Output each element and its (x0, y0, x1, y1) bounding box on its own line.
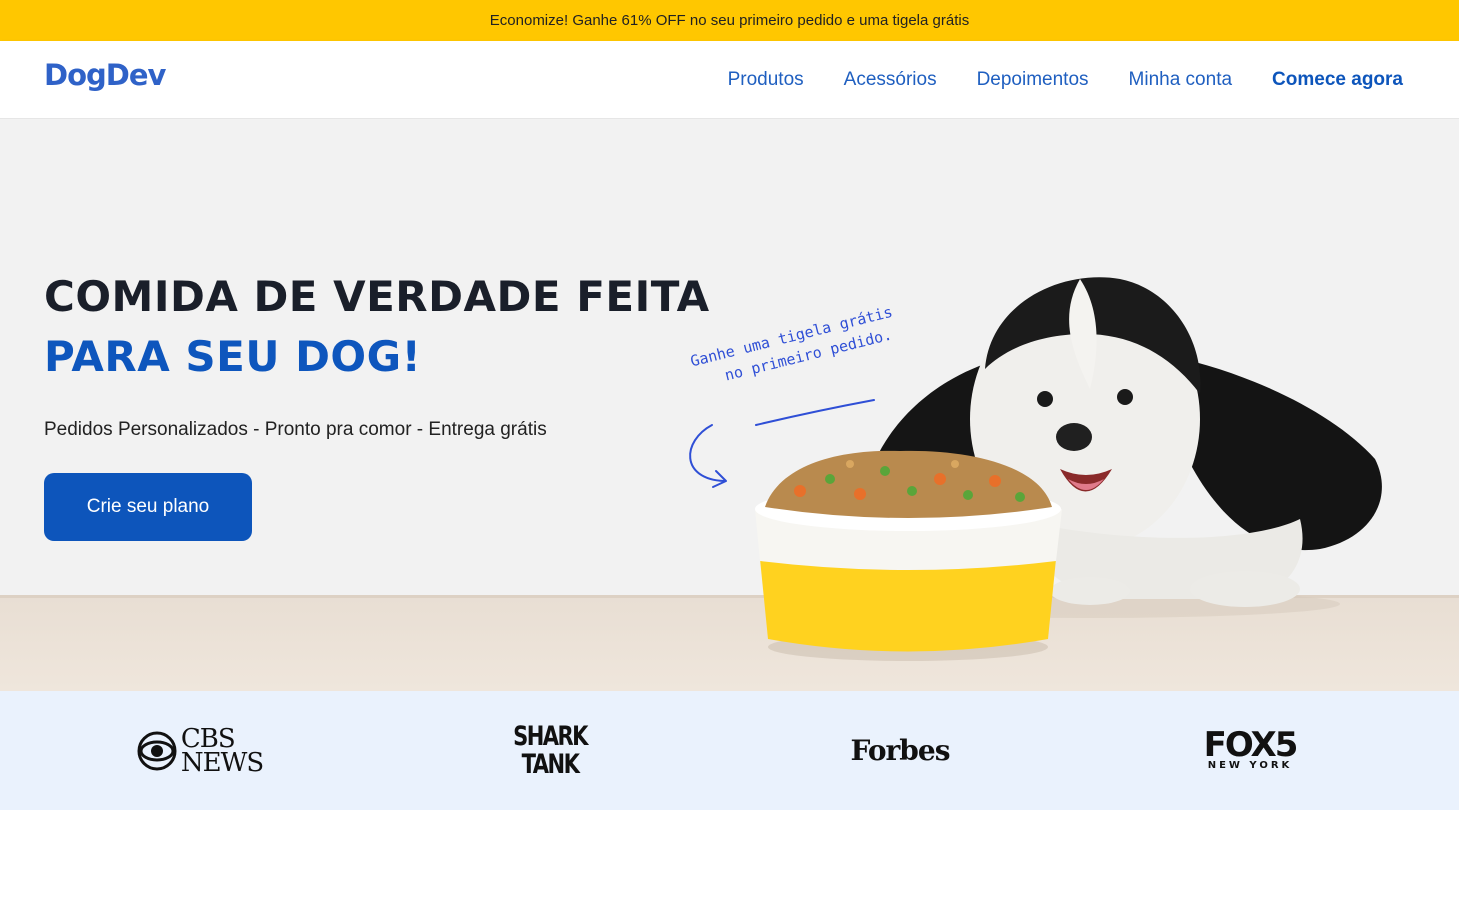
note-underline (755, 399, 875, 426)
food-bowl-illustration (755, 450, 1062, 661)
dog-bowl-illustration (689, 277, 1382, 661)
cbs-line-1: CBS (180, 723, 236, 754)
hero-section: COMIDA DE VERDADE FEITA PARA SEU DOG! Pe… (0, 119, 1459, 691)
cbs-eye-icon (137, 731, 177, 770)
nav-produtos[interactable]: Produtos (728, 69, 804, 91)
shark-tank-logo: SHARK TANK (488, 691, 613, 810)
promo-text: Economize! Ganhe 61% OFF no seu primeiro… (489, 12, 970, 29)
press-logos-strip: CBS NEWS SHARK TANK Forbes FOX5 NEW YORK (0, 691, 1459, 810)
nav-acessorios[interactable]: Acessórios (844, 69, 937, 91)
dogdev-logo[interactable]: DogDev (44, 58, 166, 92)
nav-minha-conta[interactable]: Minha conta (1129, 69, 1233, 91)
forbes-logo: Forbes (850, 734, 951, 767)
site-header: DogDev Produtos Acessórios Depoimentos M… (0, 41, 1459, 119)
promo-banner: Economize! Ganhe 61% OFF no seu primeiro… (0, 0, 1459, 41)
main-nav: Produtos Acessórios Depoimentos Minha co… (728, 41, 1403, 119)
fox5-subtitle: NEW YORK (1207, 760, 1293, 771)
nav-depoimentos[interactable]: Depoimentos (977, 69, 1089, 91)
shark-line-1: SHARK (513, 720, 588, 752)
fox5-wordmark: FOX5 (1203, 725, 1299, 765)
fox5-ny-logo: FOX5 NEW YORK (1170, 691, 1330, 810)
shark-line-2: TANK (521, 748, 580, 780)
nav-comece-agora[interactable]: Comece agora (1272, 69, 1403, 91)
cbs-line-2: NEWS (180, 747, 264, 778)
cbs-news-logo: CBS NEWS (120, 691, 280, 810)
